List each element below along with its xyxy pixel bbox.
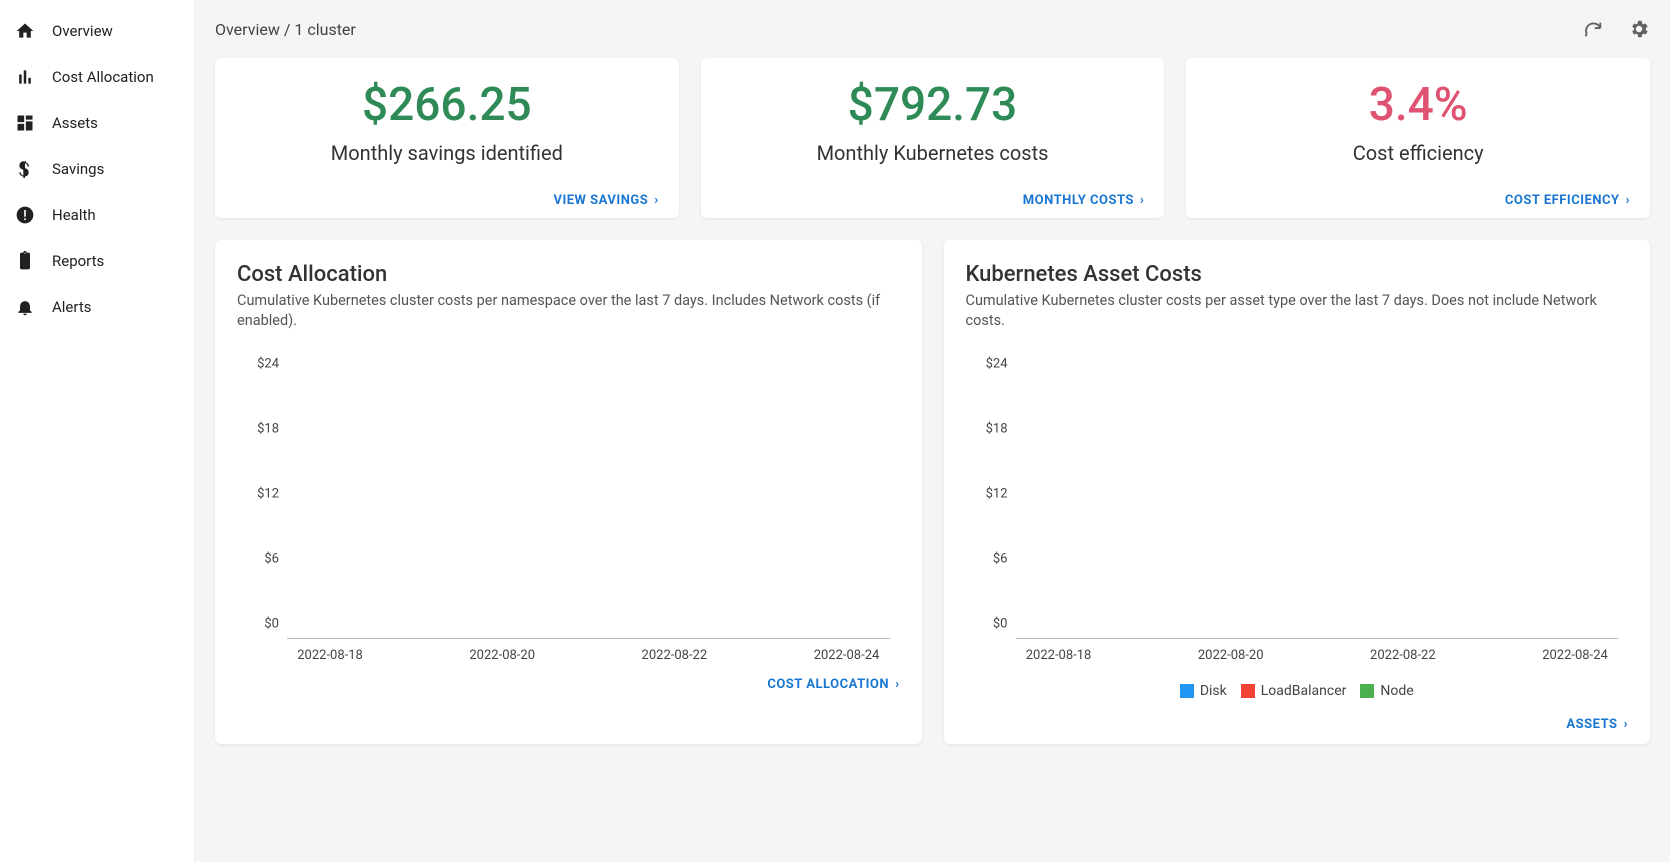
sidebar-item-overview[interactable]: Overview — [0, 8, 194, 54]
legend-item-disk[interactable]: Disk — [1180, 683, 1227, 699]
asset-costs-card: Kubernetes Asset Costs Cumulative Kubern… — [944, 240, 1651, 745]
x-label: 2022-08-24 — [1532, 648, 1618, 663]
x-label: 2022-08-18 — [287, 648, 373, 663]
x-label: 2022-08-20 — [1188, 648, 1274, 663]
x-label: 2022-08-24 — [803, 648, 889, 663]
clipboard-icon — [14, 250, 36, 272]
sidebar-item-label: Alerts — [52, 298, 92, 316]
y-tick: $0 — [993, 617, 1008, 632]
x-label: 2022-08-18 — [1016, 648, 1102, 663]
sidebar-item-alerts[interactable]: Alerts — [0, 284, 194, 330]
top-icons — [1582, 18, 1650, 40]
swatch — [1241, 684, 1255, 698]
y-tick: $6 — [264, 552, 279, 567]
sidebar-item-health[interactable]: Health — [0, 192, 194, 238]
chart-title: Cost Allocation — [237, 262, 900, 287]
chevron-right-icon: › — [1624, 717, 1628, 732]
card-efficiency: 3.4% Cost efficiency COST EFFICIENCY › — [1186, 58, 1650, 218]
sidebar-item-label: Savings — [52, 160, 104, 178]
legend-item-node[interactable]: Node — [1360, 683, 1413, 699]
view-savings-link[interactable]: VIEW SAVINGS › — [553, 193, 658, 208]
y-tick: $12 — [986, 487, 1008, 502]
cost-allocation-card: Cost Allocation Cumulative Kubernetes cl… — [215, 240, 922, 745]
card-monthly-costs: $792.73 Monthly Kubernetes costs MONTHLY… — [701, 58, 1165, 218]
bell-icon — [14, 296, 36, 318]
dollar-icon — [14, 158, 36, 180]
home-icon — [14, 20, 36, 42]
y-tick: $24 — [257, 357, 279, 372]
chevron-right-icon: › — [654, 193, 658, 208]
sidebar-item-label: Overview — [52, 22, 113, 40]
sidebar-item-savings[interactable]: Savings — [0, 146, 194, 192]
metric-label: Monthly savings identified — [331, 141, 563, 165]
metric-value: $792.73 — [848, 80, 1018, 131]
chevron-right-icon: › — [1140, 193, 1144, 208]
main-content: Overview / 1 cluster $266.25 Monthly sav… — [195, 0, 1670, 862]
chevron-right-icon: › — [1626, 193, 1630, 208]
plot-area — [287, 379, 890, 639]
y-tick: $18 — [257, 422, 279, 437]
topbar: Overview / 1 cluster — [215, 18, 1650, 40]
asset-costs-chart: $0$6$12$18$242022-08-182022-08-192022-08… — [1016, 379, 1619, 659]
bar-chart-icon — [14, 66, 36, 88]
legend-item-loadbalancer[interactable]: LoadBalancer — [1241, 683, 1347, 699]
sidebar-item-label: Health — [52, 206, 96, 224]
chart-desc: Cumulative Kubernetes cluster costs per … — [237, 291, 900, 332]
gear-icon[interactable] — [1628, 18, 1650, 40]
dashboard-icon — [14, 112, 36, 134]
x-label: 2022-08-22 — [1360, 648, 1446, 663]
plot-area — [1016, 379, 1619, 639]
assets-link[interactable]: ASSETS › — [1566, 717, 1628, 732]
chart-title: Kubernetes Asset Costs — [966, 262, 1629, 287]
metric-label: Cost efficiency — [1353, 141, 1484, 165]
x-label: 2022-08-22 — [631, 648, 717, 663]
sidebar-item-label: Cost Allocation — [52, 68, 154, 86]
card-savings: $266.25 Monthly savings identified VIEW … — [215, 58, 679, 218]
y-tick: $24 — [986, 357, 1008, 372]
cost-allocation-chart: $0$6$12$18$242022-08-182022-08-192022-08… — [287, 379, 890, 659]
x-label: 2022-08-20 — [459, 648, 545, 663]
sidebar: Overview Cost Allocation Assets Savings … — [0, 0, 195, 862]
metric-cards-row: $266.25 Monthly savings identified VIEW … — [215, 58, 1650, 218]
alert-circle-icon — [14, 204, 36, 226]
sidebar-item-reports[interactable]: Reports — [0, 238, 194, 284]
swatch — [1360, 684, 1374, 698]
chevron-right-icon: › — [895, 677, 899, 692]
metric-value: 3.4% — [1369, 80, 1468, 131]
sidebar-item-label: Assets — [52, 114, 98, 132]
y-tick: $0 — [264, 617, 279, 632]
chart-desc: Cumulative Kubernetes cluster costs per … — [966, 291, 1629, 332]
refresh-icon[interactable] — [1582, 18, 1604, 40]
sidebar-item-assets[interactable]: Assets — [0, 100, 194, 146]
metric-label: Monthly Kubernetes costs — [817, 141, 1049, 165]
sidebar-item-cost-allocation[interactable]: Cost Allocation — [0, 54, 194, 100]
asset-legend: Disk LoadBalancer Node — [966, 683, 1629, 699]
charts-row: Cost Allocation Cumulative Kubernetes cl… — [215, 240, 1650, 745]
cost-efficiency-link[interactable]: COST EFFICIENCY › — [1505, 193, 1630, 208]
swatch — [1180, 684, 1194, 698]
y-tick: $6 — [993, 552, 1008, 567]
metric-value: $266.25 — [362, 80, 532, 131]
y-tick: $12 — [257, 487, 279, 502]
cost-allocation-link[interactable]: COST ALLOCATION › — [767, 677, 899, 692]
sidebar-item-label: Reports — [52, 252, 104, 270]
monthly-costs-link[interactable]: MONTHLY COSTS › — [1023, 193, 1145, 208]
y-tick: $18 — [986, 422, 1008, 437]
breadcrumb: Overview / 1 cluster — [215, 20, 356, 39]
